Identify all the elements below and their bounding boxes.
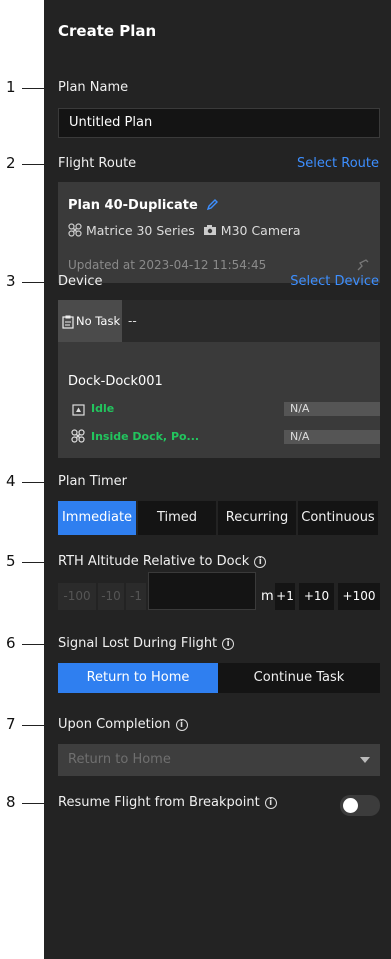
dock-status-icon: [72, 401, 85, 420]
signal-lost-label: Signal Lost During Flight i: [58, 636, 235, 651]
decrement-100-button[interactable]: -100: [58, 583, 96, 610]
drone-icon: [68, 223, 82, 240]
create-plan-panel: Create Plan Plan Name Untitled Plan Flig…: [44, 0, 391, 959]
dock-status-value: N/A: [284, 402, 380, 416]
increment-10-button[interactable]: +10: [299, 583, 334, 610]
task-value: --: [128, 314, 137, 328]
increment-100-button[interactable]: +100: [338, 583, 380, 610]
chevron-down-icon: [360, 757, 370, 763]
edit-pencil-icon[interactable]: [206, 198, 219, 215]
upon-completion-select[interactable]: Return to Home: [58, 744, 380, 776]
camera-icon: [203, 224, 217, 239]
toggle-knob: [343, 798, 358, 813]
signal-option-return-home[interactable]: Return to Home: [58, 663, 218, 693]
info-icon[interactable]: i: [254, 555, 267, 568]
timer-option-recurring[interactable]: Recurring: [218, 501, 296, 535]
decrement-1-button[interactable]: -1: [126, 583, 146, 610]
resume-flight-label: Resume Flight from Breakpoint i: [58, 795, 277, 810]
decrement-10-button[interactable]: -10: [98, 583, 124, 610]
upon-completion-label: Upon Completion i: [58, 717, 188, 732]
no-task-tab[interactable]: No Task: [58, 300, 122, 342]
plan-name-label: Plan Name: [58, 80, 129, 95]
timer-option-immediate[interactable]: Immediate: [58, 501, 136, 535]
route-name: Plan 40-Duplicate: [68, 198, 219, 215]
dock-name: Dock-Dock001: [68, 374, 163, 389]
plan-timer-segmented: Immediate Timed Recurring Continuous: [58, 501, 380, 535]
route-updated: Updated at 2023-04-12 11:54:45: [68, 258, 267, 272]
signal-lost-segmented: Return to Home Continue Task: [58, 663, 380, 693]
route-card: Plan 40-Duplicate Matrice 30 Series M30 …: [58, 182, 380, 283]
select-route-link[interactable]: Select Route: [297, 156, 379, 171]
device-card: No Task -- Dock-Dock001 Idle N/A Inside …: [58, 300, 380, 458]
plan-timer-label: Plan Timer: [58, 474, 127, 489]
panel-title: Create Plan: [58, 22, 157, 40]
clipboard-icon: [62, 314, 74, 333]
altitude-unit: m: [261, 589, 274, 604]
rth-altitude-label: RTH Altitude Relative to Dock i: [58, 554, 267, 569]
rth-altitude-input[interactable]: [148, 572, 256, 610]
resume-flight-toggle[interactable]: [340, 795, 380, 816]
info-icon[interactable]: i: [222, 637, 235, 650]
device-label: Device: [58, 274, 103, 289]
dock-status: Idle: [91, 402, 115, 415]
increment-1-button[interactable]: +1: [275, 583, 295, 610]
aircraft-status-icon: [71, 428, 85, 447]
timer-option-continuous[interactable]: Continuous: [298, 501, 378, 535]
aircraft-status-value: N/A: [284, 430, 380, 444]
aircraft-status: Inside Dock, Po...: [91, 430, 200, 443]
info-icon[interactable]: i: [175, 718, 188, 731]
flight-route-label: Flight Route: [58, 156, 137, 171]
select-device-link[interactable]: Select Device: [290, 274, 379, 289]
plan-name-input[interactable]: Untitled Plan: [58, 108, 380, 138]
signal-option-continue-task[interactable]: Continue Task: [218, 663, 380, 693]
route-equipment: Matrice 30 Series M30 Camera: [68, 223, 301, 240]
timer-option-timed[interactable]: Timed: [138, 501, 216, 535]
info-icon[interactable]: i: [264, 796, 277, 809]
